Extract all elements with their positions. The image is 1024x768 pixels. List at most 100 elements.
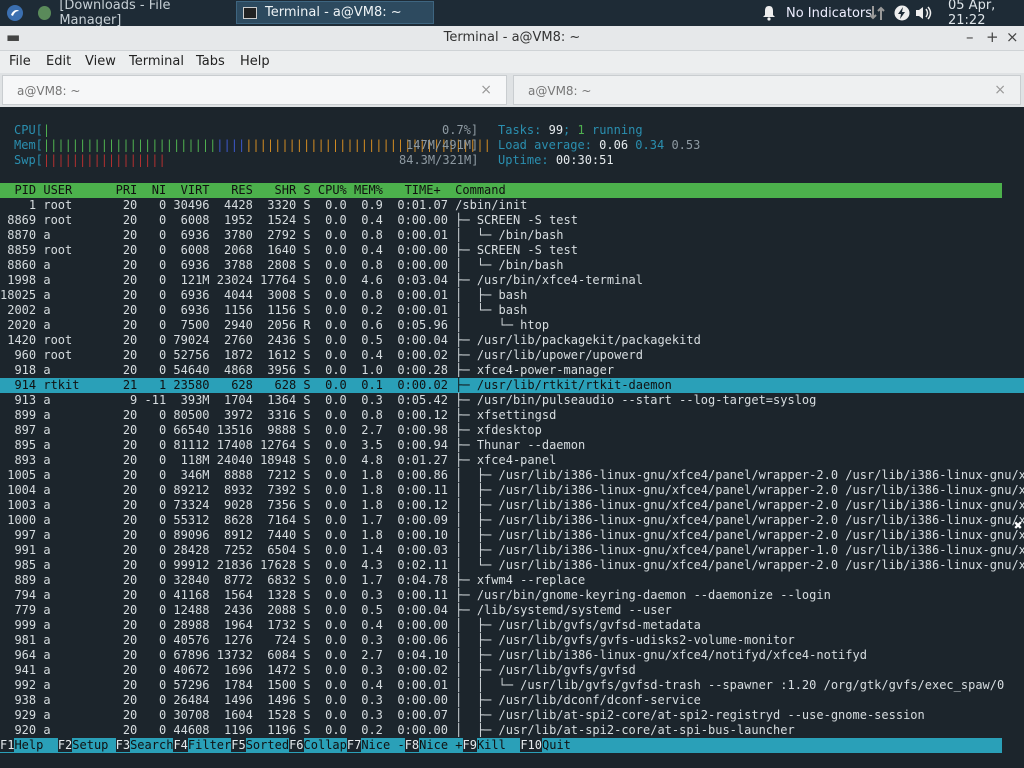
process-row[interactable]: 941 a 20 0 40672 1696 1472 S 0.0 0.3 0:0… xyxy=(0,663,1024,678)
mem-value: 147M/491M] xyxy=(406,138,479,152)
process-row[interactable]: 992 a 20 0 57296 1784 1500 S 0.0 0.4 0:0… xyxy=(0,678,1024,693)
fkey-f2[interactable]: F2 xyxy=(57,738,73,752)
swap-meter: Swp[||||||||||||||||| xyxy=(14,153,166,167)
uptime: Uptime: 00:30:51 xyxy=(498,153,614,167)
taskbar-label: Terminal - a@VM8: ~ xyxy=(265,5,402,20)
taskbar-label: [Downloads - File Manager] xyxy=(59,0,171,28)
volume-icon[interactable] xyxy=(915,0,933,26)
process-row[interactable]: 920 a 20 0 44608 1196 1196 S 0.0 0.2 0:0… xyxy=(0,723,1024,738)
process-row[interactable]: 918 a 20 0 54640 4868 3956 S 0.0 1.0 0:0… xyxy=(0,363,1024,378)
process-row[interactable]: 1000 a 20 0 55312 8628 7164 S 0.0 1.7 0:… xyxy=(0,513,1024,528)
process-row[interactable]: 2002 a 20 0 6936 1156 1156 S 0.0 0.2 0:0… xyxy=(0,303,1024,318)
tab-close-icon[interactable]: × xyxy=(480,82,492,98)
tab-close-icon[interactable]: × xyxy=(994,82,1006,98)
tab-2[interactable]: a@VM8: ~ × xyxy=(513,75,1021,105)
process-row[interactable]: 8869 root 20 0 6008 1952 1524 S 0.0 0.4 … xyxy=(0,213,1024,228)
menu-file[interactable]: File xyxy=(9,54,31,69)
window-title: Terminal - a@VM8: ~ xyxy=(443,30,581,45)
fkey-label[interactable]: Collap xyxy=(304,738,347,752)
taskbar-file-manager[interactable]: [Downloads - File Manager] xyxy=(32,0,228,28)
process-row[interactable]: 929 a 20 0 30708 1604 1528 S 0.0 0.3 0:0… xyxy=(0,708,1024,723)
cpu-value: 0.7%] xyxy=(442,123,479,137)
menu-bar: File Edit View Terminal Tabs Help xyxy=(0,51,1024,73)
fkey-label[interactable]: Setup xyxy=(72,738,115,752)
process-row[interactable]: 999 a 20 0 28988 1964 1732 S 0.0 0.4 0:0… xyxy=(0,618,1024,633)
fkey-label[interactable]: Quit xyxy=(542,738,571,752)
process-row[interactable]: 1 root 20 0 30496 4428 3320 S 0.0 0.9 0:… xyxy=(0,198,1024,213)
terminal-icon xyxy=(243,6,257,19)
fkey-f4[interactable]: F4 xyxy=(173,738,188,752)
fkey-label[interactable]: Nice - xyxy=(361,738,404,752)
process-row[interactable]: 938 a 20 0 26484 1496 1496 S 0.0 0.3 0:0… xyxy=(0,693,1024,708)
process-row[interactable]: 913 a 9 -11 393M 1704 1364 S 0.0 0.3 0:0… xyxy=(0,393,1024,408)
process-row[interactable]: 893 a 20 0 118M 24040 18948 S 0.0 4.8 0:… xyxy=(0,453,1024,468)
file-manager-icon xyxy=(38,5,52,20)
process-row[interactable]: 897 a 20 0 66540 13516 9888 S 0.0 2.7 0:… xyxy=(0,423,1024,438)
fkey-label[interactable]: Sorted xyxy=(246,738,289,752)
mouse-cursor-icon: ✖ xyxy=(1014,518,1023,534)
process-list[interactable]: 1 root 20 0 30496 4428 3320 S 0.0 0.9 0:… xyxy=(0,198,1024,738)
menu-help[interactable]: Help xyxy=(240,54,270,69)
indicators-label[interactable]: No Indicators xyxy=(786,0,872,26)
top-panel: [Downloads - File Manager] Terminal - a@… xyxy=(0,0,1024,28)
process-row-selected[interactable]: 914 rtkit 21 1 23580 628 628 S 0.0 0.1 0… xyxy=(0,378,1024,393)
tab-bar: a@VM8: ~ × a@VM8: ~ × xyxy=(0,73,1024,107)
fkey-f6[interactable]: F6 xyxy=(289,738,304,752)
fkey-label[interactable]: Nice + xyxy=(419,738,462,752)
process-table-header[interactable]: PID USER PRI NI VIRT RES SHR S CPU% MEM%… xyxy=(0,183,1002,198)
fkey-f10[interactable]: F10 xyxy=(520,738,542,752)
load-average: Load average: 0.06 0.34 0.53 xyxy=(498,138,701,152)
fkey-f7[interactable]: F7 xyxy=(346,738,362,752)
power-icon[interactable] xyxy=(894,0,910,26)
process-row[interactable]: 1003 a 20 0 73324 9028 7356 S 0.0 1.8 0:… xyxy=(0,498,1024,513)
taskbar-terminal[interactable]: Terminal - a@VM8: ~ xyxy=(236,1,434,24)
terminal-area[interactable]: CPU[| 0.7%] Mem[||||||||||||||||||||||||… xyxy=(0,107,1024,768)
process-row[interactable]: 779 a 20 0 12488 2436 2088 S 0.0 0.5 0:0… xyxy=(0,603,1024,618)
process-row[interactable]: 8859 root 20 0 6008 2068 1640 S 0.0 0.4 … xyxy=(0,243,1024,258)
close-button[interactable]: × xyxy=(1006,28,1019,46)
process-row[interactable]: 964 a 20 0 67896 13732 6084 S 0.0 2.7 0:… xyxy=(0,648,1024,663)
process-row[interactable]: 1998 a 20 0 121M 23024 17764 S 0.0 4.6 0… xyxy=(0,273,1024,288)
fkey-label[interactable]: Help xyxy=(14,738,57,752)
process-row[interactable]: 2020 a 20 0 7500 2940 2056 R 0.0 0.6 0:0… xyxy=(0,318,1024,333)
clock[interactable]: 05 Apr, 21:22 xyxy=(948,0,1024,28)
process-row[interactable]: 997 a 20 0 89096 8912 7440 S 0.0 1.8 0:0… xyxy=(0,528,1024,543)
process-row[interactable]: 895 a 20 0 81112 17408 12764 S 0.0 3.5 0… xyxy=(0,438,1024,453)
tasks-summary: Tasks: 99; 1 running xyxy=(498,123,643,137)
process-row[interactable]: 1005 a 20 0 346M 8888 7212 S 0.0 1.8 0:0… xyxy=(0,468,1024,483)
fkey-label[interactable]: Search xyxy=(130,738,173,752)
fkey-f3[interactable]: F3 xyxy=(115,738,131,752)
process-row[interactable]: 794 a 20 0 41168 1564 1328 S 0.0 0.3 0:0… xyxy=(0,588,1024,603)
fkey-label[interactable]: Kill xyxy=(477,738,520,752)
window-titlebar[interactable]: ▬ Terminal - a@VM8: ~ – + × xyxy=(0,26,1024,51)
whisker-menu-icon[interactable] xyxy=(6,4,24,22)
menu-view[interactable]: View xyxy=(85,54,116,69)
notification-bell-icon[interactable] xyxy=(762,0,776,26)
process-row[interactable]: 8860 a 20 0 6936 3788 2808 S 0.0 0.8 0:0… xyxy=(0,258,1024,273)
process-row[interactable]: 960 root 20 0 52756 1872 1612 S 0.0 0.4 … xyxy=(0,348,1024,363)
process-row[interactable]: 899 a 20 0 80500 3972 3316 S 0.0 0.8 0:0… xyxy=(0,408,1024,423)
process-row[interactable]: 991 a 20 0 28428 7252 6504 S 0.0 1.4 0:0… xyxy=(0,543,1024,558)
process-row[interactable]: 985 a 20 0 99912 21836 17628 S 0.0 4.3 0… xyxy=(0,558,1024,573)
network-icon[interactable] xyxy=(868,0,886,26)
fkey-f8[interactable]: F8 xyxy=(404,738,420,752)
menu-terminal[interactable]: Terminal xyxy=(129,54,184,69)
tab-label: a@VM8: ~ xyxy=(528,84,592,98)
menu-tabs[interactable]: Tabs xyxy=(196,54,225,69)
minimize-button[interactable]: – xyxy=(966,28,974,46)
process-row[interactable]: 1004 a 20 0 89212 8932 7392 S 0.0 1.8 0:… xyxy=(0,483,1024,498)
process-row[interactable]: 981 a 20 0 40576 1276 724 S 0.0 0.3 0:00… xyxy=(0,633,1024,648)
process-row[interactable]: 18025 a 20 0 6936 4044 3008 S 0.0 0.8 0:… xyxy=(0,288,1024,303)
menu-edit[interactable]: Edit xyxy=(46,54,71,69)
fkey-f5[interactable]: F5 xyxy=(231,738,246,752)
fkey-f9[interactable]: F9 xyxy=(462,738,477,752)
process-row[interactable]: 1420 root 20 0 79024 2760 2436 S 0.0 0.5… xyxy=(0,333,1024,348)
maximize-button[interactable]: + xyxy=(986,28,999,46)
fkey-f1[interactable]: F1 xyxy=(0,738,15,752)
fkey-label[interactable]: Filter xyxy=(188,738,231,752)
process-row[interactable]: 8870 a 20 0 6936 3780 2792 S 0.0 0.8 0:0… xyxy=(0,228,1024,243)
swap-value: 84.3M/321M] xyxy=(399,153,479,167)
process-row[interactable]: 889 a 20 0 32840 8772 6832 S 0.0 1.7 0:0… xyxy=(0,573,1024,588)
tab-label: a@VM8: ~ xyxy=(17,84,81,98)
tab-1[interactable]: a@VM8: ~ × xyxy=(2,75,507,105)
